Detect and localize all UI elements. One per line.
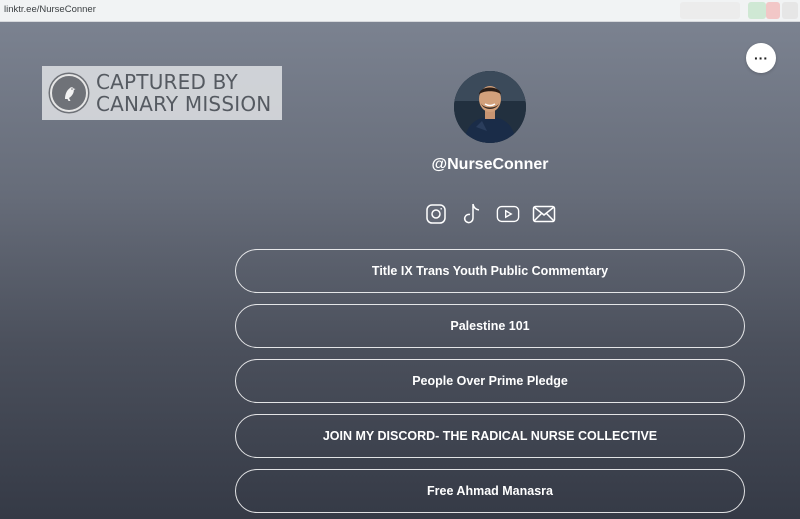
extension-icon[interactable] bbox=[782, 2, 798, 19]
email-icon[interactable] bbox=[532, 202, 556, 226]
link-button-free-ahmad-manasra[interactable]: Free Ahmad Manasra bbox=[235, 469, 745, 513]
tiktok-icon[interactable] bbox=[460, 202, 484, 226]
more-options-button[interactable]: ··· bbox=[746, 43, 776, 73]
link-button-palestine-101[interactable]: Palestine 101 bbox=[235, 304, 745, 348]
link-button-discord[interactable]: JOIN MY DISCORD- THE RADICAL NURSE COLLE… bbox=[235, 414, 745, 458]
browser-address-bar[interactable]: linktr.ee/NurseConner bbox=[0, 0, 800, 22]
instagram-icon[interactable] bbox=[424, 202, 448, 226]
bird-logo-icon bbox=[50, 74, 88, 112]
youtube-icon[interactable] bbox=[496, 202, 520, 226]
link-button-title-ix[interactable]: Title IX Trans Youth Public Commentary bbox=[235, 249, 745, 293]
extension-icon[interactable] bbox=[766, 2, 780, 19]
link-button-people-over-prime[interactable]: People Over Prime Pledge bbox=[235, 359, 745, 403]
linktree-page: CAPTURED BY CANARY MISSION ··· @NurseCon… bbox=[0, 22, 800, 519]
watermark-line-2: CANARY MISSION bbox=[96, 92, 272, 116]
social-icons-row bbox=[424, 202, 556, 226]
link-list: Title IX Trans Youth Public Commentary P… bbox=[235, 249, 745, 519]
toolbar-blurred-area bbox=[680, 2, 740, 19]
extension-icon[interactable] bbox=[748, 2, 766, 19]
watermark-line-1: CAPTURED BY bbox=[96, 70, 238, 94]
canary-mission-watermark: CAPTURED BY CANARY MISSION bbox=[42, 66, 282, 120]
url-text[interactable]: linktr.ee/NurseConner bbox=[4, 4, 96, 15]
profile-username: @NurseConner bbox=[431, 156, 549, 173]
avatar bbox=[454, 71, 526, 143]
watermark-text: CAPTURED BY CANARY MISSION bbox=[96, 71, 271, 115]
